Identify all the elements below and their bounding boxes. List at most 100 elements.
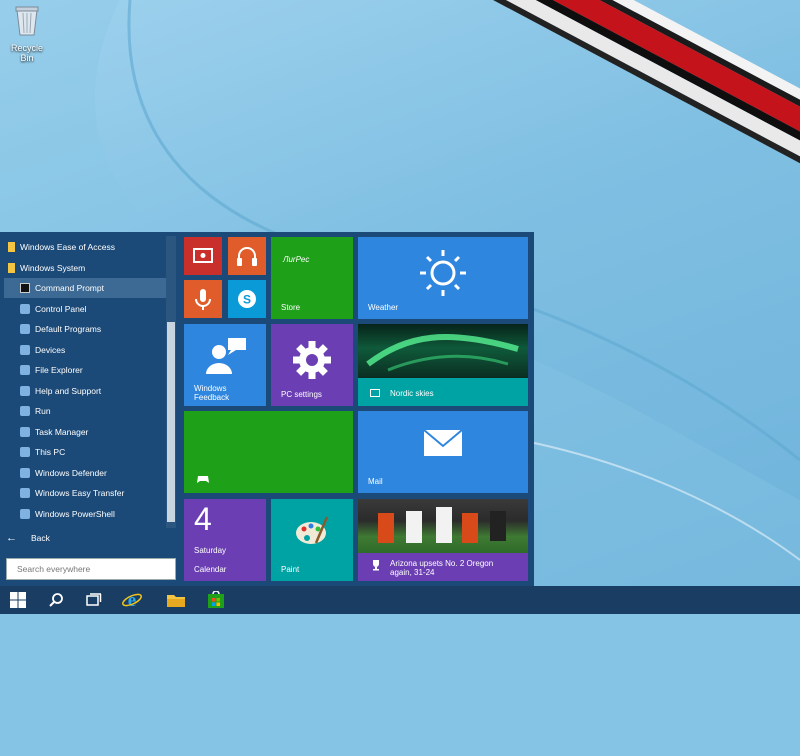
tile-skype[interactable]: S bbox=[228, 280, 266, 318]
tile-store[interactable]: ЛurPec Store bbox=[271, 237, 353, 319]
tile-pc-settings[interactable]: PC settings bbox=[271, 324, 353, 406]
app-list-item-label: File Explorer bbox=[35, 365, 83, 375]
tile-voice-recorder[interactable] bbox=[184, 280, 222, 318]
calendar-tile-label: Calendar bbox=[194, 565, 227, 574]
paint-tile-label: Paint bbox=[281, 565, 300, 574]
aurora-image bbox=[358, 324, 528, 378]
app-list-item-label: Windows Easy Transfer bbox=[35, 488, 125, 498]
tile-mail[interactable]: Mail bbox=[358, 411, 528, 493]
game-controller-icon bbox=[197, 476, 209, 483]
task-view-icon bbox=[86, 593, 102, 606]
tile-calendar[interactable]: 4 Saturday Calendar bbox=[184, 499, 266, 581]
app-list-item[interactable]: Command Prompt bbox=[4, 278, 166, 298]
trophy-icon bbox=[373, 560, 379, 571]
tile-nordic-skies[interactable]: Nordic skies bbox=[358, 324, 528, 406]
store-tile-label: Store bbox=[281, 303, 301, 312]
headphones-icon bbox=[237, 247, 257, 266]
tile-weather[interactable]: Weather bbox=[358, 237, 528, 319]
svg-text:S: S bbox=[243, 293, 251, 307]
tile-sports[interactable]: Arizona upsets No. 2 Oregon again, 31-24 bbox=[358, 499, 528, 581]
app-list-item-label: Windows PowerShell bbox=[35, 508, 115, 519]
tile-windows-feedback[interactable]: Windows Feedback bbox=[184, 324, 266, 406]
file-explorer-button[interactable] bbox=[158, 586, 194, 614]
mail-tile-label: Mail bbox=[368, 477, 383, 486]
file-explorer-icon bbox=[167, 595, 185, 607]
tile-paint[interactable]: Paint bbox=[271, 499, 353, 581]
app-list-item[interactable]: Task Manager bbox=[4, 422, 166, 442]
envelope-icon bbox=[423, 429, 463, 456]
tile-music[interactable] bbox=[228, 237, 266, 275]
file-explorer-icon bbox=[20, 365, 30, 375]
app-list-item[interactable]: File Explorer bbox=[4, 360, 166, 380]
taskbar: e bbox=[0, 586, 800, 614]
calendar-day-name: Saturday bbox=[194, 546, 227, 555]
pc-settings-tile-label: PC settings bbox=[281, 390, 322, 399]
video-icon bbox=[193, 248, 213, 263]
app-list-item[interactable]: Control Panel bbox=[4, 299, 166, 319]
sports-photo bbox=[358, 499, 528, 553]
app-list-item-label: Task Manager bbox=[35, 426, 89, 437]
app-list-item[interactable]: Windows Easy Transfer bbox=[4, 483, 166, 503]
back-arrow-icon: ← bbox=[6, 532, 17, 544]
app-list-item-label: Windows Defender bbox=[35, 467, 107, 478]
back-label: Back bbox=[31, 533, 50, 543]
app-list-item[interactable]: Devices bbox=[4, 340, 166, 360]
store-button[interactable] bbox=[198, 586, 234, 614]
weather-tile-label: Weather bbox=[368, 303, 399, 312]
store-icon bbox=[208, 591, 224, 608]
app-list-item[interactable]: Windows PowerShell bbox=[4, 504, 166, 524]
help-icon bbox=[20, 385, 30, 396]
command-prompt-icon bbox=[20, 283, 30, 293]
sports-tile-label: Arizona upsets No. 2 Oregon again, 31-24 bbox=[390, 559, 494, 577]
recycle-bin[interactable]: Recycle Bin bbox=[4, 4, 50, 63]
start-menu: Windows Ease of Access Windows System Comm… bbox=[0, 232, 534, 586]
app-list-item[interactable]: Windows System bbox=[4, 258, 166, 278]
calendar-day-number: 4 bbox=[194, 501, 212, 537]
tile-video[interactable] bbox=[184, 237, 222, 275]
task-view-button[interactable] bbox=[76, 586, 112, 614]
app-list-item-label: Default Programs bbox=[35, 324, 102, 334]
app-list-item-label: Windows Ease of Access bbox=[20, 242, 115, 252]
this-pc-icon bbox=[20, 447, 30, 457]
search-icon bbox=[49, 593, 63, 607]
app-list-scrollbar[interactable] bbox=[166, 236, 176, 756]
easy-transfer-icon bbox=[20, 488, 30, 498]
back-button[interactable]: ← Back bbox=[6, 532, 50, 544]
run-icon bbox=[20, 406, 30, 416]
default-programs-icon bbox=[20, 324, 30, 334]
powershell-icon bbox=[20, 508, 30, 519]
search-button[interactable] bbox=[38, 586, 74, 614]
internet-explorer-icon: e bbox=[122, 590, 142, 610]
internet-explorer-button[interactable]: e bbox=[114, 586, 150, 614]
windows-logo-icon bbox=[10, 592, 26, 608]
search-input[interactable]: Search everywhere bbox=[6, 558, 176, 580]
app-list-item[interactable]: Run bbox=[4, 401, 166, 421]
task-manager-icon bbox=[20, 426, 30, 437]
folder-icon bbox=[8, 262, 15, 273]
scrollbar-thumb[interactable] bbox=[167, 322, 175, 522]
app-list-item[interactable]: Help and Support bbox=[4, 381, 166, 401]
app-list-item-label: Help and Support bbox=[35, 385, 102, 396]
app-list-item-label: Command Prompt bbox=[35, 283, 104, 293]
nordic-tile-label: Nordic skies bbox=[390, 389, 434, 398]
app-list-item-label: Run bbox=[35, 406, 51, 416]
folder-icon bbox=[8, 242, 15, 252]
news-icon bbox=[370, 389, 380, 397]
recycle-bin-icon bbox=[15, 6, 39, 36]
start-button[interactable] bbox=[0, 586, 36, 614]
recycle-bin-label: Recycle Bin bbox=[10, 43, 43, 63]
tile-xbox-games[interactable] bbox=[184, 411, 353, 493]
control-panel-icon bbox=[20, 303, 30, 314]
devices-icon bbox=[20, 344, 30, 355]
app-list-item-label: This PC bbox=[35, 447, 66, 457]
app-list-item[interactable]: This PC bbox=[4, 442, 166, 462]
app-list-item-label: Windows System bbox=[20, 262, 86, 273]
app-list-item[interactable]: Windows Ease of Access bbox=[4, 237, 166, 257]
defender-icon bbox=[20, 467, 30, 478]
store-tile-text: ЛurPec bbox=[283, 255, 310, 264]
app-list-item[interactable]: Default Programs bbox=[4, 319, 166, 339]
app-list-item[interactable]: Windows Defender bbox=[4, 463, 166, 483]
svg-text:e: e bbox=[128, 590, 136, 610]
microphone-icon bbox=[195, 289, 211, 310]
app-list-item-label: Control Panel bbox=[35, 303, 87, 314]
